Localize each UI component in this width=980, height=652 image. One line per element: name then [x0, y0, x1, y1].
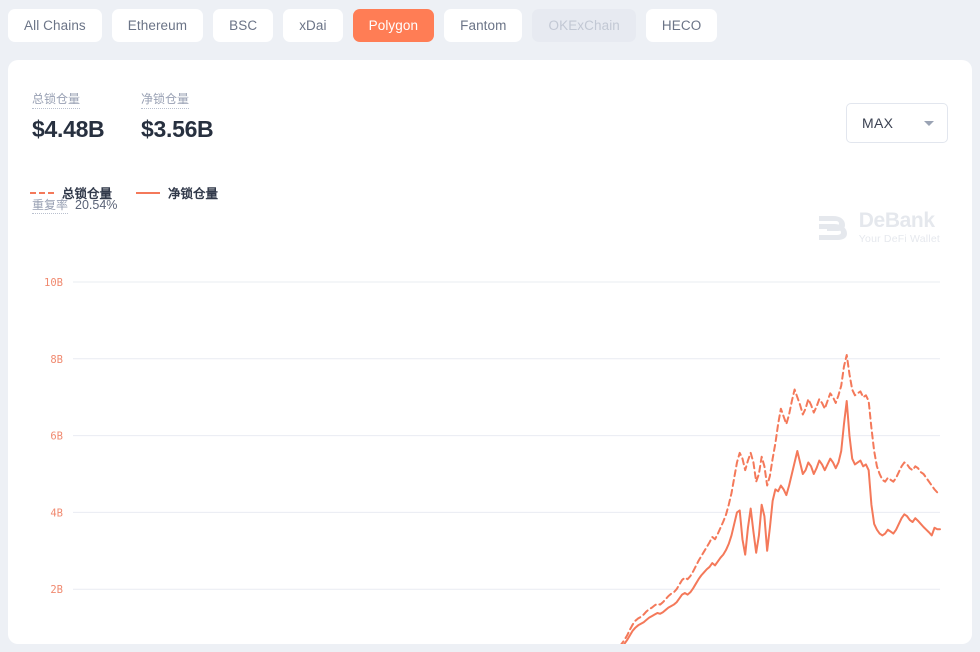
stat-net-locked-label[interactable]: 净锁仓量: [141, 92, 189, 109]
ytick-label-10: 10B: [44, 277, 63, 289]
chain-tab-label: HECO: [662, 18, 701, 33]
chain-tab-all-chains[interactable]: All Chains: [8, 9, 102, 42]
chain-tab-label: BSC: [229, 18, 257, 33]
chain-tab-label: Ethereum: [128, 18, 187, 33]
stats-row: 总锁仓量 $4.48B 净锁仓量 $3.56B: [8, 60, 972, 140]
stat-net-locked-value: $3.56B: [141, 116, 213, 143]
chart-legend: 总锁仓量 净锁仓量: [30, 183, 218, 202]
stat-total-locked-label[interactable]: 总锁仓量: [32, 92, 80, 109]
legend-label: 净锁仓量: [168, 183, 218, 202]
ytick-label-6: 6B: [50, 431, 63, 443]
legend-item-0[interactable]: 总锁仓量: [30, 183, 112, 202]
legend-swatch-solid: [136, 192, 160, 194]
time-range-select[interactable]: MAX: [846, 103, 948, 143]
chain-tab-label: OKExChain: [548, 18, 619, 33]
chain-tab-bsc[interactable]: BSC: [213, 9, 273, 42]
ytick-label-4: 4B: [50, 507, 63, 519]
tvl-chart[interactable]: 02B4B6B8B10BOct '20Nov '20Dec '20Jan '21…: [8, 210, 972, 644]
stat-net-locked: 净锁仓量 $3.56B: [141, 90, 213, 143]
chain-tab-fantom[interactable]: Fantom: [444, 9, 522, 42]
ytick-label-2: 2B: [50, 584, 63, 596]
chevron-down-icon: [924, 121, 934, 126]
chain-tab-label: xDai: [299, 18, 326, 33]
chain-tab-ethereum[interactable]: Ethereum: [112, 9, 203, 42]
chain-tab-label: Polygon: [369, 18, 419, 33]
chain-tab-xdai[interactable]: xDai: [283, 9, 342, 42]
chain-tab-label: Fantom: [460, 18, 506, 33]
legend-item-1[interactable]: 净锁仓量: [136, 183, 218, 202]
legend-label: 总锁仓量: [62, 183, 112, 202]
series-line-total-locked: [73, 355, 940, 644]
chain-tabs: All Chains Ethereum BSC xDai Polygon Fantom OK…: [0, 0, 980, 52]
stat-total-locked: 总锁仓量 $4.48B: [32, 90, 104, 143]
tvl-card: 总锁仓量 $4.48B 净锁仓量 $3.56B 重复率 20.54% MAX 总…: [8, 60, 972, 644]
series-line-net-locked: [73, 401, 940, 644]
chain-tab-heco[interactable]: HECO: [646, 9, 717, 42]
ytick-label-8: 8B: [50, 354, 63, 366]
legend-swatch-dashed: [30, 192, 54, 194]
chain-tab-polygon[interactable]: Polygon: [353, 9, 435, 42]
chain-tab-label: All Chains: [24, 18, 86, 33]
chain-tab-okexchain: OKExChain: [532, 9, 635, 42]
stat-total-locked-value: $4.48B: [32, 116, 104, 143]
time-range-selected-label: MAX: [862, 115, 893, 131]
